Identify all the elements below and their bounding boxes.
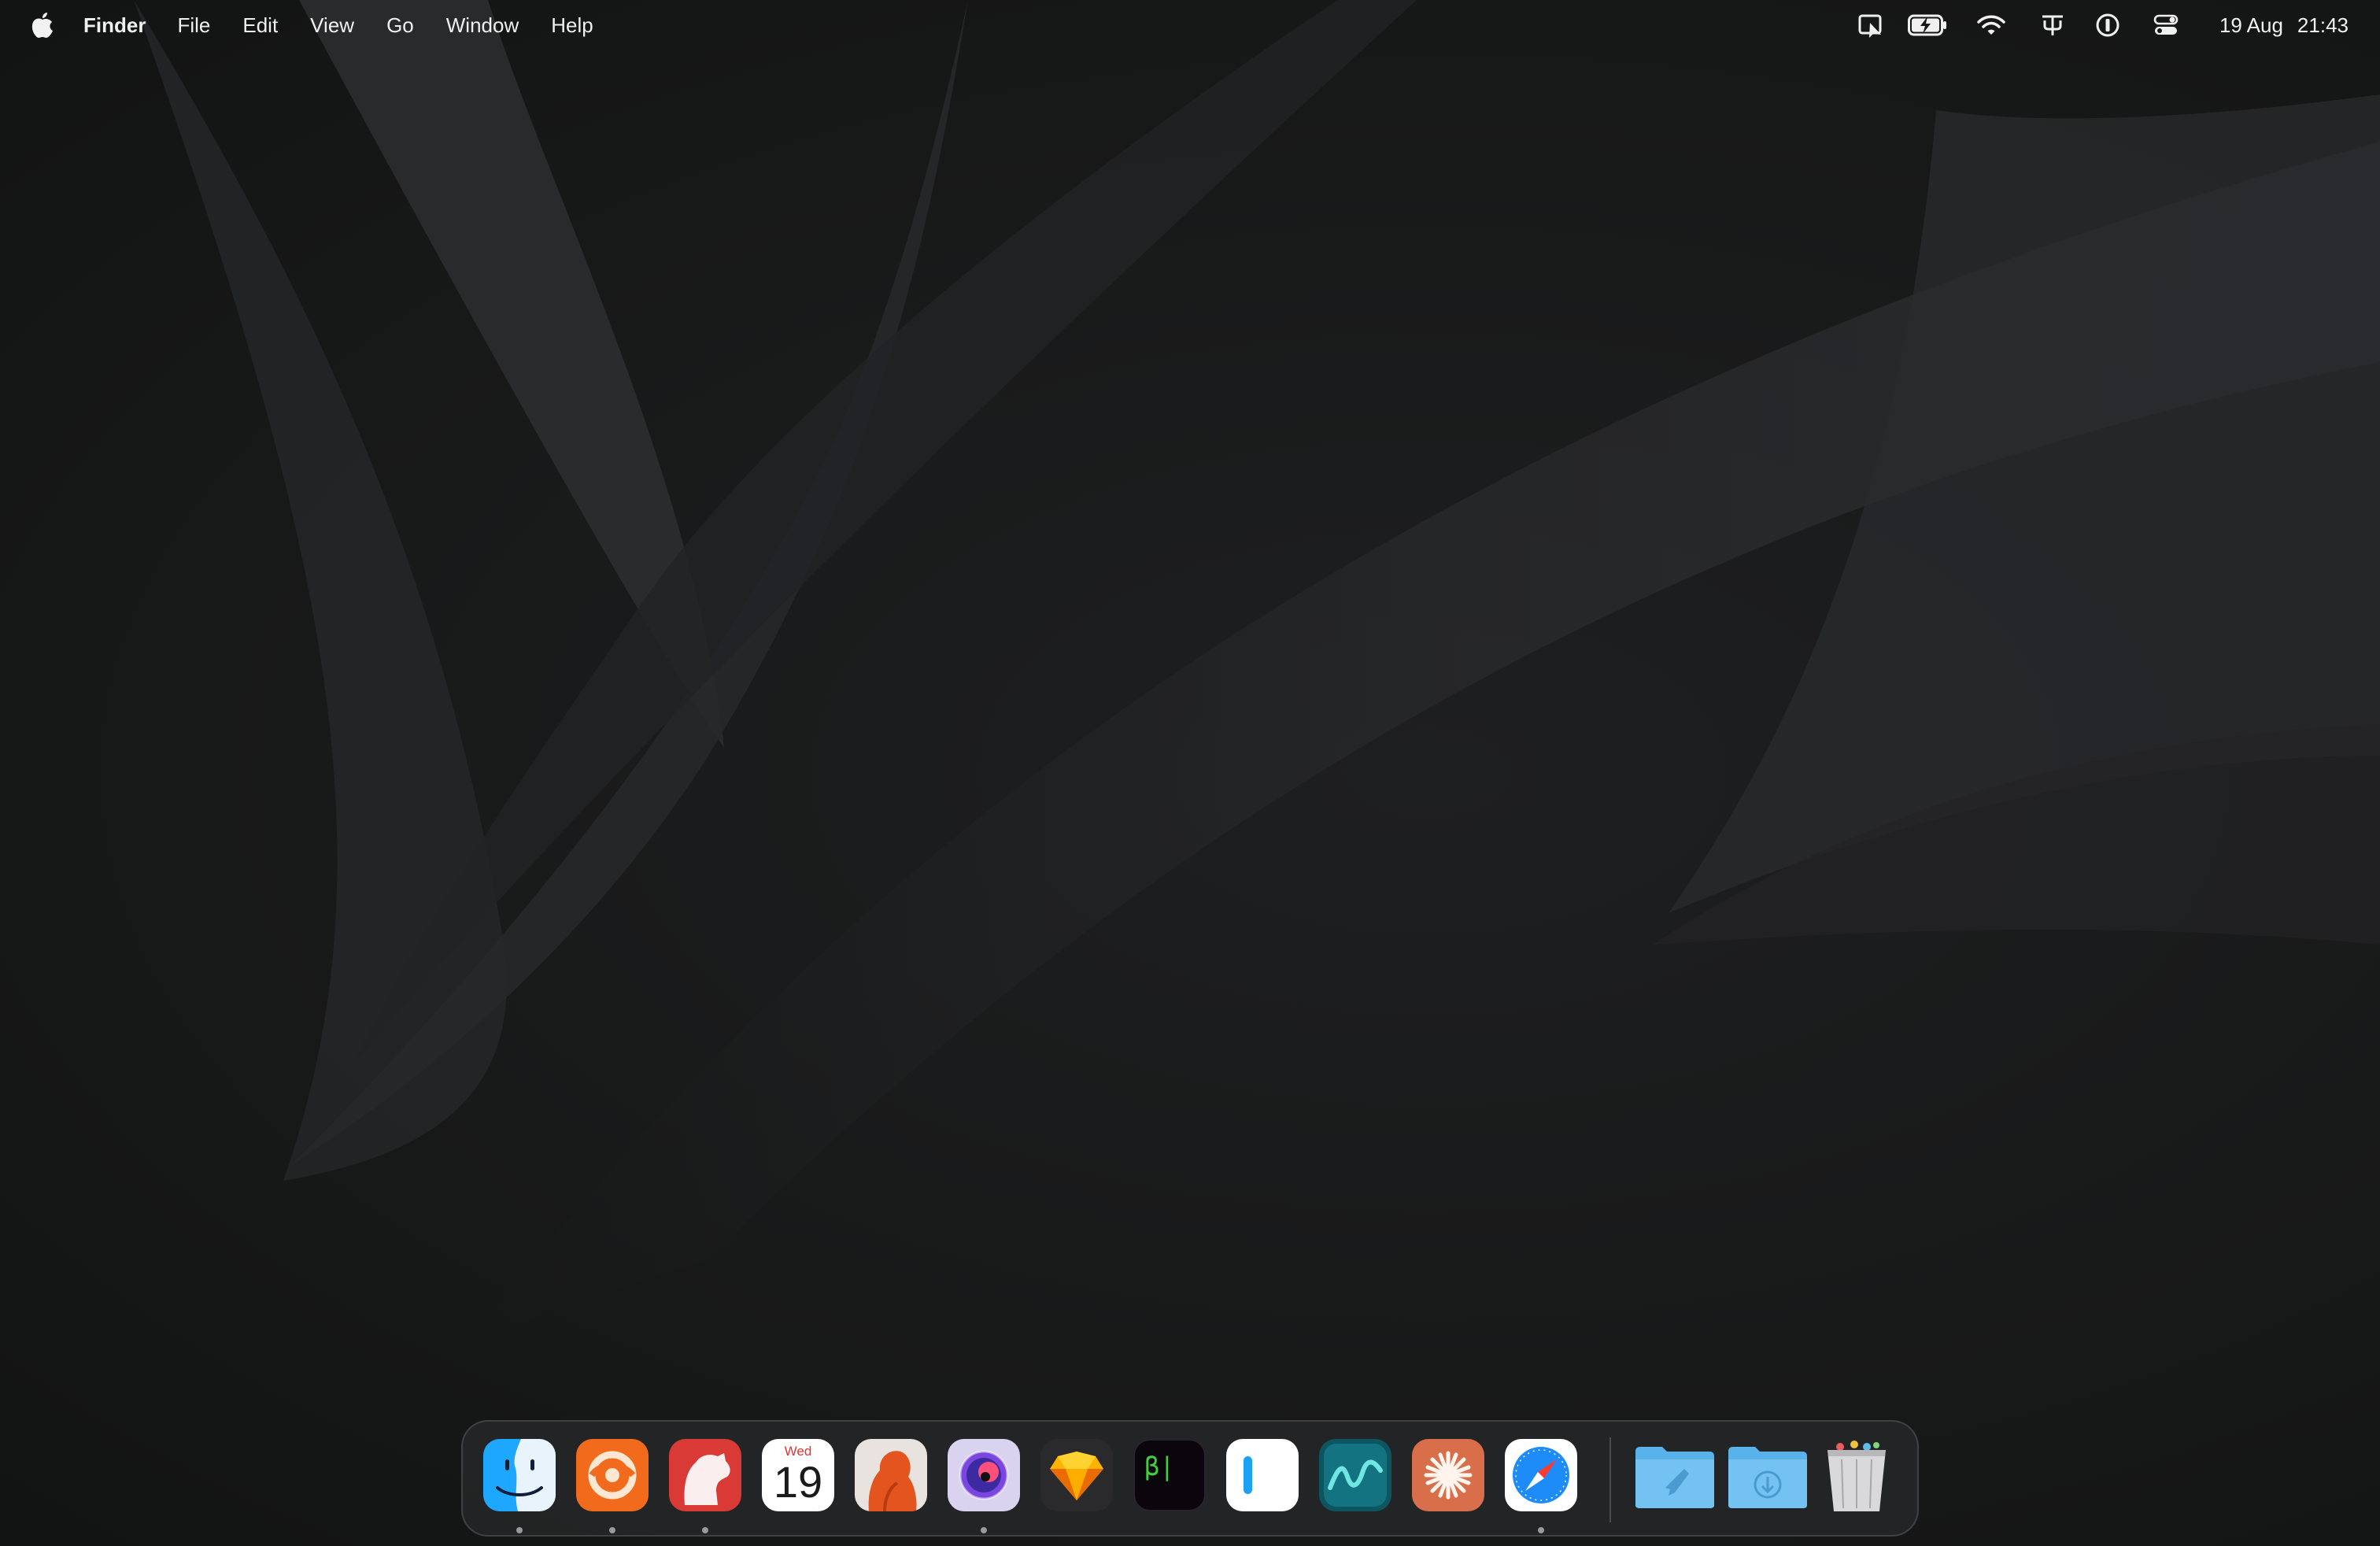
blue-bar-icon [1244, 1456, 1252, 1494]
claude-starburst-icon [1412, 1439, 1484, 1511]
menu-app-name[interactable]: Finder [83, 13, 146, 38]
dock: Wed 19 β| [461, 1420, 1919, 1537]
menu-view[interactable]: View [310, 13, 354, 38]
menu-date: 19 Aug [2219, 13, 2283, 37]
sketch-diamond-icon [1040, 1439, 1113, 1511]
menu-clock[interactable]: 19 Aug 21:43 [2208, 0, 2349, 50]
menu-window[interactable]: Window [446, 13, 519, 38]
apple-menu-icon[interactable] [30, 11, 55, 39]
dock-finder[interactable] [483, 1439, 556, 1511]
dock-claude[interactable] [1412, 1439, 1484, 1511]
dock-beta-terminal[interactable]: β| [1133, 1439, 1206, 1511]
terminal-prompt-text: β| [1144, 1452, 1175, 1481]
dock-orange-app[interactable] [576, 1439, 649, 1511]
trash-icon [1828, 1441, 1886, 1511]
teal-wave-icon [1319, 1439, 1391, 1511]
bear-running-indicator [702, 1527, 708, 1533]
downloads-folder-icon [1728, 1447, 1807, 1508]
control-center-icon[interactable] [2152, 0, 2180, 50]
desktop[interactable]: Finder File Edit View Go Window Help 19 … [0, 0, 2380, 1546]
menu-help[interactable]: Help [551, 13, 593, 38]
wifi-icon[interactable] [1975, 0, 2007, 50]
dock-calendar[interactable]: Wed 19 [762, 1439, 834, 1511]
dock-bear[interactable] [669, 1439, 741, 1511]
bear-icon [669, 1439, 741, 1511]
purple-orb-icon [948, 1439, 1020, 1511]
menu-edit[interactable]: Edit [242, 13, 278, 38]
dock-white-bar-app[interactable] [1226, 1439, 1299, 1511]
password-manager-icon[interactable] [2094, 0, 2122, 50]
dock-safari[interactable] [1505, 1439, 1577, 1511]
safari-compass-icon [1505, 1439, 1577, 1511]
orange-swirl-icon [576, 1439, 649, 1511]
wallpaper [134, 0, 2380, 1338]
purple-orb-running-indicator [981, 1527, 987, 1533]
dock-downloads-folder[interactable] [1727, 1439, 1809, 1511]
dock-applications-folder[interactable] [1634, 1439, 1716, 1511]
screen-share-icon[interactable] [1856, 0, 1886, 50]
applications-folder-icon [1635, 1447, 1714, 1508]
menu-bar: Finder File Edit View Go Window Help 19 … [0, 0, 2380, 50]
menu-file[interactable]: File [177, 13, 210, 38]
menu-time: 21:43 [2297, 13, 2349, 37]
dock-trash[interactable] [1823, 1439, 1890, 1511]
dock-sketch[interactable] [1040, 1439, 1113, 1511]
menu-list: Finder File Edit View Go Window Help [83, 0, 626, 50]
finder-icon [483, 1439, 556, 1511]
dock-divider [1609, 1437, 1611, 1522]
battery-charging-icon[interactable] [1908, 0, 1947, 50]
orange-app-running-indicator [609, 1527, 615, 1533]
dock-purple-orb-app[interactable] [948, 1439, 1020, 1511]
finder-running-indicator [516, 1527, 523, 1533]
safari-running-indicator [1538, 1527, 1544, 1533]
menu-go[interactable]: Go [386, 13, 414, 38]
orange-figure-icon [855, 1439, 927, 1511]
keyboard-input-icon[interactable] [2038, 0, 2067, 50]
dock-teal-wave-app[interactable] [1319, 1439, 1391, 1511]
dock-orange-figure-app[interactable] [855, 1439, 927, 1511]
calendar-day: 19 [773, 1457, 823, 1507]
